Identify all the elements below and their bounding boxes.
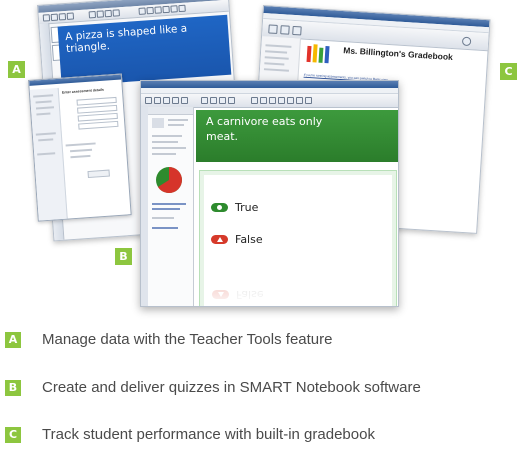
panel-text xyxy=(152,141,178,143)
panel-text xyxy=(168,119,188,121)
toolbar-icon[interactable] xyxy=(66,12,75,20)
toolbar-icon[interactable] xyxy=(104,9,113,18)
dialog-title: Enter assessment details xyxy=(61,87,105,95)
toolbar-icon[interactable] xyxy=(96,10,105,18)
legend-text-b: Create and deliver quizzes in SMART Note… xyxy=(42,379,421,396)
panel-text xyxy=(152,147,186,149)
nav-item[interactable] xyxy=(33,94,54,98)
panel-link[interactable] xyxy=(152,227,178,229)
toolbar xyxy=(141,94,398,108)
answer-false[interactable]: False xyxy=(211,233,263,246)
legend-item-a: A Manage data with the Teacher Tools fea… xyxy=(5,331,332,348)
toolbar-icon[interactable] xyxy=(278,97,285,104)
toolbar-icon[interactable] xyxy=(201,97,208,104)
true-circle-icon xyxy=(211,203,228,212)
title-bar xyxy=(141,81,398,88)
sidebar-item[interactable] xyxy=(265,44,292,48)
answer-true-label: True xyxy=(235,201,259,214)
toolbar-icon[interactable] xyxy=(172,97,179,104)
toolbar-icon[interactable] xyxy=(260,97,267,104)
option-label xyxy=(65,142,96,147)
assessment-dialog: Enter assessment details xyxy=(28,73,132,222)
legend-item-b: B Create and deliver quizzes in SMART No… xyxy=(5,379,421,396)
toolbar-icon[interactable] xyxy=(292,25,302,36)
toolbar-icon[interactable] xyxy=(162,5,170,14)
toolbar-icon[interactable] xyxy=(154,6,162,14)
nav-item[interactable] xyxy=(35,106,55,110)
badge-a: A xyxy=(8,61,25,78)
legend-text-a: Manage data with the Teacher Tools featu… xyxy=(42,331,333,348)
toolbar-icon[interactable] xyxy=(145,97,152,104)
toolbar-icon[interactable] xyxy=(461,36,472,47)
legend-badge-a: A xyxy=(5,331,21,348)
nav-item[interactable] xyxy=(38,138,54,142)
toolbar-icon[interactable] xyxy=(305,97,312,104)
legend-text-c: Track student performance with built-in … xyxy=(42,426,375,443)
gradebook-subtitle xyxy=(341,55,342,59)
toolbar-icon[interactable] xyxy=(88,10,97,19)
toolbar-icon[interactable] xyxy=(163,97,170,104)
reflected-answer: False xyxy=(212,288,264,301)
toolbar-icon[interactable] xyxy=(210,97,217,104)
reflected-triangle-icon xyxy=(212,290,229,299)
panel-text xyxy=(152,217,174,219)
next-button[interactable] xyxy=(87,169,110,179)
nav-item[interactable] xyxy=(35,132,56,136)
panel-text xyxy=(152,153,176,155)
reflected-answer-label: False xyxy=(236,288,264,301)
dialog-nav xyxy=(29,87,68,221)
toolbar-icon[interactable] xyxy=(170,5,178,13)
panel-text xyxy=(168,124,184,126)
question-icon xyxy=(152,118,164,128)
toolbar-icon[interactable] xyxy=(42,14,51,22)
pencils-icon xyxy=(306,44,330,64)
sidebar-item[interactable] xyxy=(264,56,289,60)
nav-item[interactable] xyxy=(37,152,56,156)
toolbar-icon[interactable] xyxy=(112,9,120,17)
legend-item-c: C Track student performance with built-i… xyxy=(5,426,375,443)
toolbar-icon[interactable] xyxy=(50,13,59,22)
badge-b: B xyxy=(115,248,132,265)
toolbar-icon[interactable] xyxy=(228,97,235,104)
legend-badge-c: C xyxy=(5,426,21,443)
toolbar-icon[interactable] xyxy=(181,97,188,104)
text-field[interactable] xyxy=(78,120,119,130)
question-text: A carnivore eats only meat. xyxy=(206,115,323,143)
sidebar-item[interactable] xyxy=(265,50,288,54)
legend-badge-b: B xyxy=(5,379,21,396)
panel-tabs[interactable] xyxy=(148,107,193,115)
toolbar-icon[interactable] xyxy=(138,7,146,15)
answer-false-label: False xyxy=(235,233,263,246)
toolbar-icon[interactable] xyxy=(269,97,276,104)
panel-text xyxy=(152,135,182,137)
toolbar-icon[interactable] xyxy=(154,97,161,104)
nav-item[interactable] xyxy=(36,112,51,116)
toolbar-icon[interactable] xyxy=(280,25,290,35)
toolbar-icon[interactable] xyxy=(287,97,294,104)
sidebar-item[interactable] xyxy=(263,68,289,72)
panel-link[interactable] xyxy=(152,203,186,205)
answer-true[interactable]: True xyxy=(211,201,258,214)
false-triangle-icon xyxy=(211,235,228,244)
toolbar-icon[interactable] xyxy=(178,4,186,13)
panel-link[interactable] xyxy=(152,208,180,210)
option-label[interactable] xyxy=(70,154,91,159)
toolbar-icon[interactable] xyxy=(58,13,67,21)
toolbar-icon[interactable] xyxy=(268,24,278,34)
sidebar-item[interactable] xyxy=(264,62,285,66)
toolbar-icon[interactable] xyxy=(219,97,226,104)
nav-item[interactable] xyxy=(35,100,52,104)
option-label[interactable] xyxy=(70,148,93,153)
toolbar-icon[interactable] xyxy=(296,97,303,104)
badge-c: C xyxy=(500,63,517,80)
toolbar-icon[interactable] xyxy=(251,97,258,104)
results-pie-icon xyxy=(156,167,182,193)
toolbar-icon[interactable] xyxy=(146,6,154,15)
reflection: False xyxy=(140,270,397,310)
